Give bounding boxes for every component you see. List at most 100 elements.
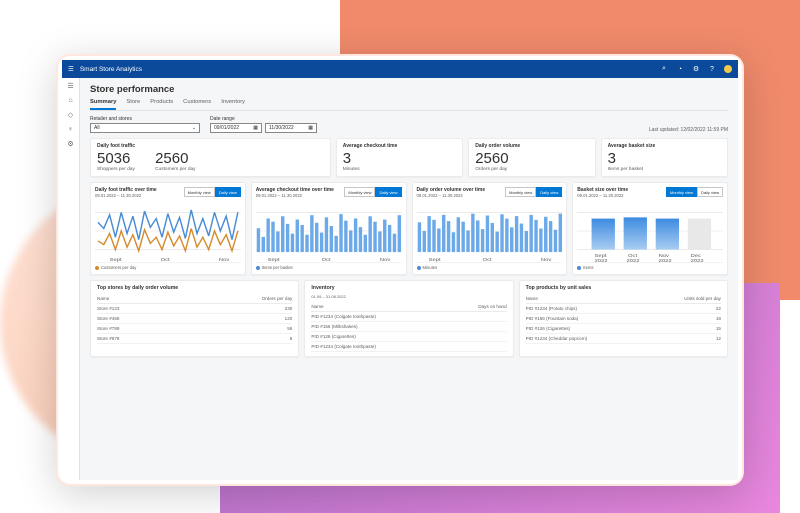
table-row[interactable]: PID #156 (Fountain soda)18 (526, 314, 721, 324)
kpi-sub: Minutes (343, 167, 456, 172)
chart-checkout: Average checkout time over time09.01.202… (251, 182, 407, 275)
table-row[interactable]: PID #126 (Cigarettes)15 (526, 324, 721, 334)
kpi-value: 2560 (475, 150, 588, 167)
table-row[interactable]: Store #123230 (97, 304, 292, 314)
filter-bar: Retailer and stores All ⌄ Date range 09/… (90, 116, 728, 133)
svg-text:Oct: Oct (161, 257, 171, 262)
gear-icon[interactable]: ⚙ (692, 65, 700, 73)
kpi-sub: Items per basket (608, 167, 721, 172)
svg-text:2022: 2022 (595, 258, 608, 262)
menu-icon[interactable]: ☰ (68, 65, 74, 73)
main-content: Store performance Summary Store Products… (80, 78, 738, 480)
table-row[interactable]: Store #78956 (97, 324, 292, 334)
kpi-title: Daily foot traffic (97, 143, 135, 149)
date-from-input[interactable]: 09/01/2022▦ (210, 123, 262, 133)
table-row: Top stores by daily order volume NameOrd… (90, 280, 728, 357)
kpi-orders: Daily order volume 2560 Orders per day (468, 138, 595, 177)
table-inventory: Inventory 01.09 – 31.08.2022 NameDays on… (304, 280, 513, 357)
sidebar: ☰ ⌂ ◇ ♀ ⚙ (62, 78, 80, 480)
tabs: Summary Store Products Customers Invento… (90, 99, 728, 111)
app-title: Smart Store Analytics (80, 66, 142, 73)
kpi-sub: Shoppers per day (97, 167, 135, 172)
chart-orders: Daily order volume over time09.01.2022 –… (412, 182, 568, 275)
kpi-value: 5036 (97, 150, 135, 167)
chart-sub: 09.01.2022 – 11.30.2022 (95, 193, 157, 198)
chevron-down-icon: ⌄ (192, 125, 196, 131)
kpi-value: 3 (343, 150, 456, 167)
tab-store[interactable]: Store (126, 99, 140, 110)
kpi-value: 3 (608, 150, 721, 167)
chart-legend: Customers per day (95, 262, 241, 270)
table-row[interactable]: PID #126 (Cigarettes) (311, 332, 506, 342)
view-toggle[interactable]: Monthly viewDaily view (666, 187, 723, 197)
nav-settings-icon[interactable]: ⚙ (67, 140, 73, 148)
chart-sub: 09.01.2022 – 11.30.2022 (417, 193, 486, 198)
tab-summary[interactable]: Summary (90, 99, 116, 110)
svg-text:Nov: Nov (219, 257, 230, 262)
kpi-row: Daily foot traffic 5036 Shoppers per day… (90, 138, 728, 177)
nav-menu-icon[interactable]: ☰ (67, 82, 73, 90)
help-icon[interactable]: ? (708, 65, 716, 73)
kpi-basket: Average basket size 3 Items per basket (601, 138, 728, 177)
table-row[interactable]: Store #6788 (97, 334, 292, 344)
svg-text:Sept: Sept (428, 257, 441, 262)
retailer-select[interactable]: All ⌄ (90, 123, 200, 133)
kpi-title: Average basket size (608, 143, 721, 149)
svg-text:2022: 2022 (627, 258, 640, 262)
device-frame: ☰ Smart Store Analytics ⌕ ◔ ⚙ ? ☰ ⌂ ◇ ♀ … (56, 54, 744, 486)
svg-text:Oct: Oct (482, 257, 492, 262)
table-row[interactable]: PID #1234 (Colgate toothpaste) (311, 342, 506, 352)
nav-tag-icon[interactable]: ◇ (68, 111, 73, 119)
page-title: Store performance (90, 84, 728, 95)
view-toggle[interactable]: Monthly viewDaily view (505, 187, 562, 197)
table-row[interactable]: PID #156 (Milkshakes) (311, 322, 506, 332)
kpi-sub: Customers per day (155, 167, 196, 172)
svg-text:Sept: Sept (110, 257, 123, 262)
svg-text:Nov: Nov (380, 257, 391, 262)
nav-home-icon[interactable]: ⌂ (68, 97, 72, 104)
kpi-value: 2560 (155, 150, 196, 167)
svg-text:2022: 2022 (659, 258, 672, 262)
tab-inventory[interactable]: Inventory (221, 99, 245, 110)
table-stores: Top stores by daily order volume NameOrd… (90, 280, 299, 357)
chart-basket: Basket size over time09.01.2022 – 11.30.… (572, 182, 728, 275)
chart-legend: Items per basket (256, 262, 402, 270)
date-to-input[interactable]: 11/30/2022▦ (265, 123, 317, 133)
table-row[interactable]: PID #1234 (Cheddar popcorn)12 (526, 334, 721, 344)
view-toggle[interactable]: Monthly viewDaily view (344, 187, 401, 197)
table-row[interactable]: PID #1234 (Potato chips)22 (526, 304, 721, 314)
calendar-icon: ▦ (253, 125, 258, 131)
table-products: Top products by unit sales NameUnits sol… (519, 280, 728, 357)
kpi-sub: Orders per day (475, 167, 588, 172)
table-title: Top stores by daily order volume (97, 285, 292, 291)
svg-text:Oct: Oct (321, 257, 331, 262)
view-toggle[interactable]: Monthly viewDaily view (184, 187, 241, 197)
app-screen: ☰ Smart Store Analytics ⌕ ◔ ⚙ ? ☰ ⌂ ◇ ♀ … (62, 60, 738, 480)
chart-traffic: Daily foot traffic over time09.01.2022 –… (90, 182, 246, 275)
chart-legend: Minutes (417, 262, 563, 270)
kpi-title: Average checkout time (343, 143, 456, 149)
nav-bulb-icon[interactable]: ♀ (68, 126, 73, 133)
chart-row: Daily foot traffic over time09.01.2022 –… (90, 182, 728, 275)
tab-customers[interactable]: Customers (183, 99, 211, 110)
svg-text:Sept: Sept (267, 257, 280, 262)
calendar-icon: ▦ (308, 125, 313, 131)
table-title: Top products by unit sales (526, 285, 721, 291)
table-sub: 01.09 – 31.08.2022 (311, 294, 506, 299)
table-title: Inventory (311, 285, 506, 291)
tab-products[interactable]: Products (150, 99, 173, 110)
chart-sub: 09.01.2022 – 11.30.2022 (256, 193, 334, 198)
date-label: Date range (210, 116, 317, 122)
chart-legend: Items (577, 262, 723, 270)
svg-text:2022: 2022 (691, 258, 704, 262)
kpi-traffic: Daily foot traffic 5036 Shoppers per day… (90, 138, 331, 177)
kpi-checkout: Average checkout time 3 Minutes (336, 138, 463, 177)
svg-text:Nov: Nov (540, 257, 551, 262)
avatar[interactable] (724, 65, 732, 73)
table-row[interactable]: PID #1234 (Colgate toothpaste) (311, 312, 506, 322)
app-header: ☰ Smart Store Analytics ⌕ ◔ ⚙ ? (62, 60, 738, 78)
search-icon[interactable]: ⌕ (660, 65, 668, 73)
table-row[interactable]: Store #456120 (97, 314, 292, 324)
bell-icon[interactable]: ◔ (676, 65, 684, 73)
retailer-label: Retailer and stores (90, 116, 200, 122)
